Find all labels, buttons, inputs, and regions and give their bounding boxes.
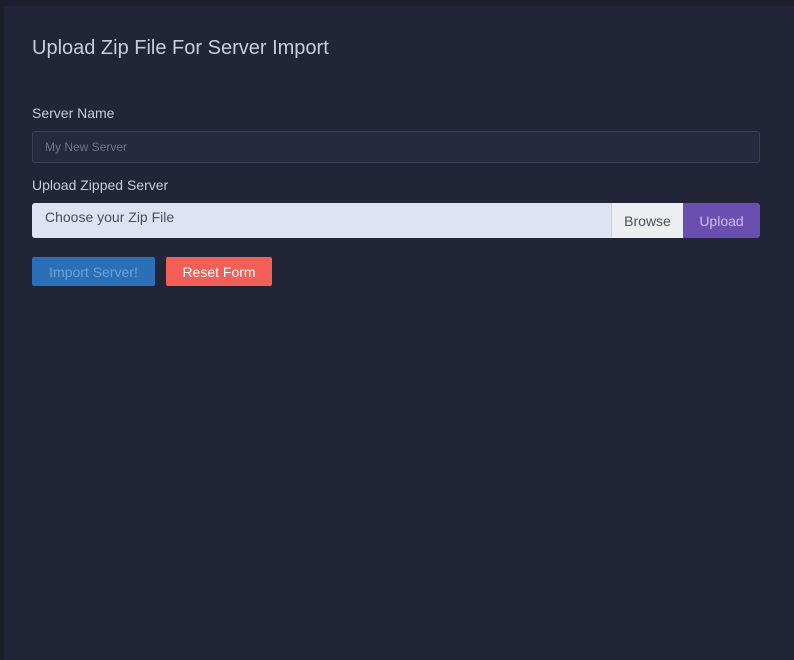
zip-file-input-group: Choose your Zip File Browse Upload (32, 203, 760, 238)
server-name-label: Server Name (32, 105, 115, 121)
zip-file-chooser[interactable]: Choose your Zip File (32, 203, 611, 238)
import-server-button[interactable]: Import Server! (32, 257, 155, 286)
upload-button[interactable]: Upload (683, 203, 760, 238)
page-title: Upload Zip File For Server Import (32, 37, 329, 59)
server-name-input[interactable] (32, 131, 760, 163)
upload-zip-label: Upload Zipped Server (32, 177, 169, 193)
browse-button[interactable]: Browse (611, 203, 683, 238)
import-form-panel: Upload Zip File For Server Import Server… (4, 6, 794, 660)
reset-form-button[interactable]: Reset Form (166, 257, 272, 286)
